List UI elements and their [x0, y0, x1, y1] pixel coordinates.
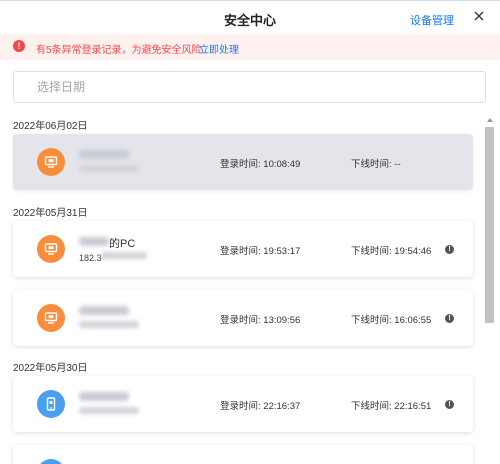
dialog-header: 安全中心 设备管理: [0, 0, 500, 34]
computer-icon: [37, 148, 65, 176]
ip-redacted: [79, 321, 139, 328]
close-icon[interactable]: [471, 8, 487, 24]
logout-time: 下线时间: 19:54:46: [351, 246, 432, 257]
login-time: 登录时间: 22:16:37: [220, 401, 301, 412]
warning-icon[interactable]: !: [445, 245, 454, 254]
exclamation-icon: !: [13, 40, 25, 52]
login-record[interactable]: 登录时间: 13:09:56 下线时间: 16:06:55 !: [13, 290, 473, 346]
logout-time: 下线时间: --: [351, 159, 401, 170]
login-record[interactable]: 登录时间: 10:08:49 下线时间: --: [13, 134, 473, 190]
warning-icon[interactable]: !: [445, 314, 454, 323]
device-name: 的PC: [109, 238, 136, 250]
login-time: 登录时间: 10:08:49: [220, 159, 301, 170]
alert-banner: ! 有5条异常登录记录，为避免安全风险 立即处理: [0, 34, 500, 60]
group-date: 2022年05月30日: [13, 363, 88, 374]
device-management-link[interactable]: 设备管理: [410, 12, 454, 28]
login-record[interactable]: [13, 445, 473, 464]
login-time: 登录时间: 13:09:56: [220, 315, 301, 326]
mobile-phone-icon: [37, 390, 65, 418]
login-time: 登录时间: 19:53:17: [220, 246, 301, 257]
scroll-up-arrow-icon[interactable]: [487, 118, 493, 122]
login-record[interactable]: 登录时间: 22:16:37 下线时间: 22:16:51 !: [13, 376, 473, 432]
ip-redacted: [79, 407, 139, 414]
group-date: 2022年05月31日: [13, 208, 88, 219]
computer-icon: [37, 304, 65, 332]
mobile-phone-icon: [37, 459, 65, 464]
ip-address: 182.3: [79, 253, 102, 263]
login-record[interactable]: 的PC 182.3 登录时间: 19:53:17 下线时间: 19:54:46 …: [13, 221, 473, 277]
ip-redacted: [101, 252, 147, 259]
handle-now-link[interactable]: 立即处理: [199, 41, 239, 56]
scrollbar-thumb[interactable]: [485, 127, 494, 323]
device-name-redacted: [79, 237, 109, 246]
ip-redacted: [79, 165, 139, 172]
group-date: 2022年06月02日: [13, 121, 88, 132]
device-name-redacted: [79, 392, 129, 401]
warning-icon[interactable]: !: [445, 400, 454, 409]
device-name-redacted: [79, 150, 129, 159]
scrollbar[interactable]: [485, 118, 495, 464]
logout-time: 下线时间: 16:06:55: [351, 315, 432, 326]
device-name-redacted: [79, 306, 129, 315]
date-picker[interactable]: [13, 71, 486, 103]
alert-text: 有5条异常登录记录，为避免安全风险: [36, 45, 202, 56]
logout-time: 下线时间: 22:16:51: [351, 401, 432, 412]
date-input[interactable]: [14, 72, 485, 102]
computer-icon: [37, 235, 65, 263]
